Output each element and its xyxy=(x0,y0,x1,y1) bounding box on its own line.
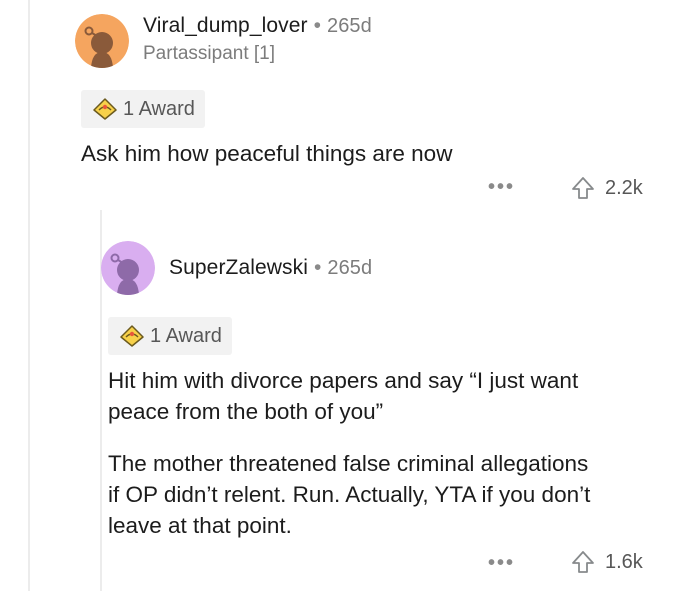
user-flair: Partassipant [1] xyxy=(143,43,276,64)
thread-line-outer[interactable] xyxy=(28,0,30,591)
comment-body-paragraph-2: The mother threatened false criminal all… xyxy=(108,448,590,541)
more-options-button[interactable]: ••• xyxy=(488,176,515,199)
upvote-icon[interactable] xyxy=(569,174,597,202)
award-icon xyxy=(120,325,144,347)
separator-dot: • xyxy=(313,14,322,37)
comment-body: Ask him how peaceful things are now xyxy=(81,141,453,166)
vote-score: 1.6k xyxy=(605,550,643,573)
body-line: if OP didn’t relent. Run. Actually, YTA … xyxy=(108,482,591,507)
username[interactable]: Viral_dump_lover xyxy=(143,14,308,37)
award-label: 1 Award xyxy=(150,324,222,347)
avatar[interactable] xyxy=(101,241,155,295)
vote-control: 2.2k xyxy=(569,174,643,202)
comment-header: SuperZalewski • 265d xyxy=(169,256,372,280)
body-line: The mother threatened false criminal all… xyxy=(108,451,589,476)
vote-score: 2.2k xyxy=(605,176,643,199)
body-line: Hit him with divorce papers and say “I j… xyxy=(108,368,579,393)
body-line: peace from the both of you” xyxy=(108,399,384,424)
vote-control: 1.6k xyxy=(569,548,643,576)
comment-header: Viral_dump_lover • 265d xyxy=(143,14,372,38)
username[interactable]: SuperZalewski xyxy=(169,256,308,279)
avatar[interactable] xyxy=(75,14,129,68)
separator-dot: • xyxy=(313,256,322,279)
body-line: leave at that point. xyxy=(108,513,292,538)
comment-body-paragraph-1: Hit him with divorce papers and say “I j… xyxy=(108,365,578,427)
award-badge[interactable]: 1 Award xyxy=(81,90,205,128)
upvote-icon[interactable] xyxy=(569,548,597,576)
comment-age: 265d xyxy=(326,15,372,37)
more-options-button[interactable]: ••• xyxy=(488,552,515,575)
award-icon xyxy=(93,98,117,120)
award-badge[interactable]: 1 Award xyxy=(108,317,232,355)
award-label: 1 Award xyxy=(123,97,195,120)
comment-age: 265d xyxy=(327,257,373,279)
